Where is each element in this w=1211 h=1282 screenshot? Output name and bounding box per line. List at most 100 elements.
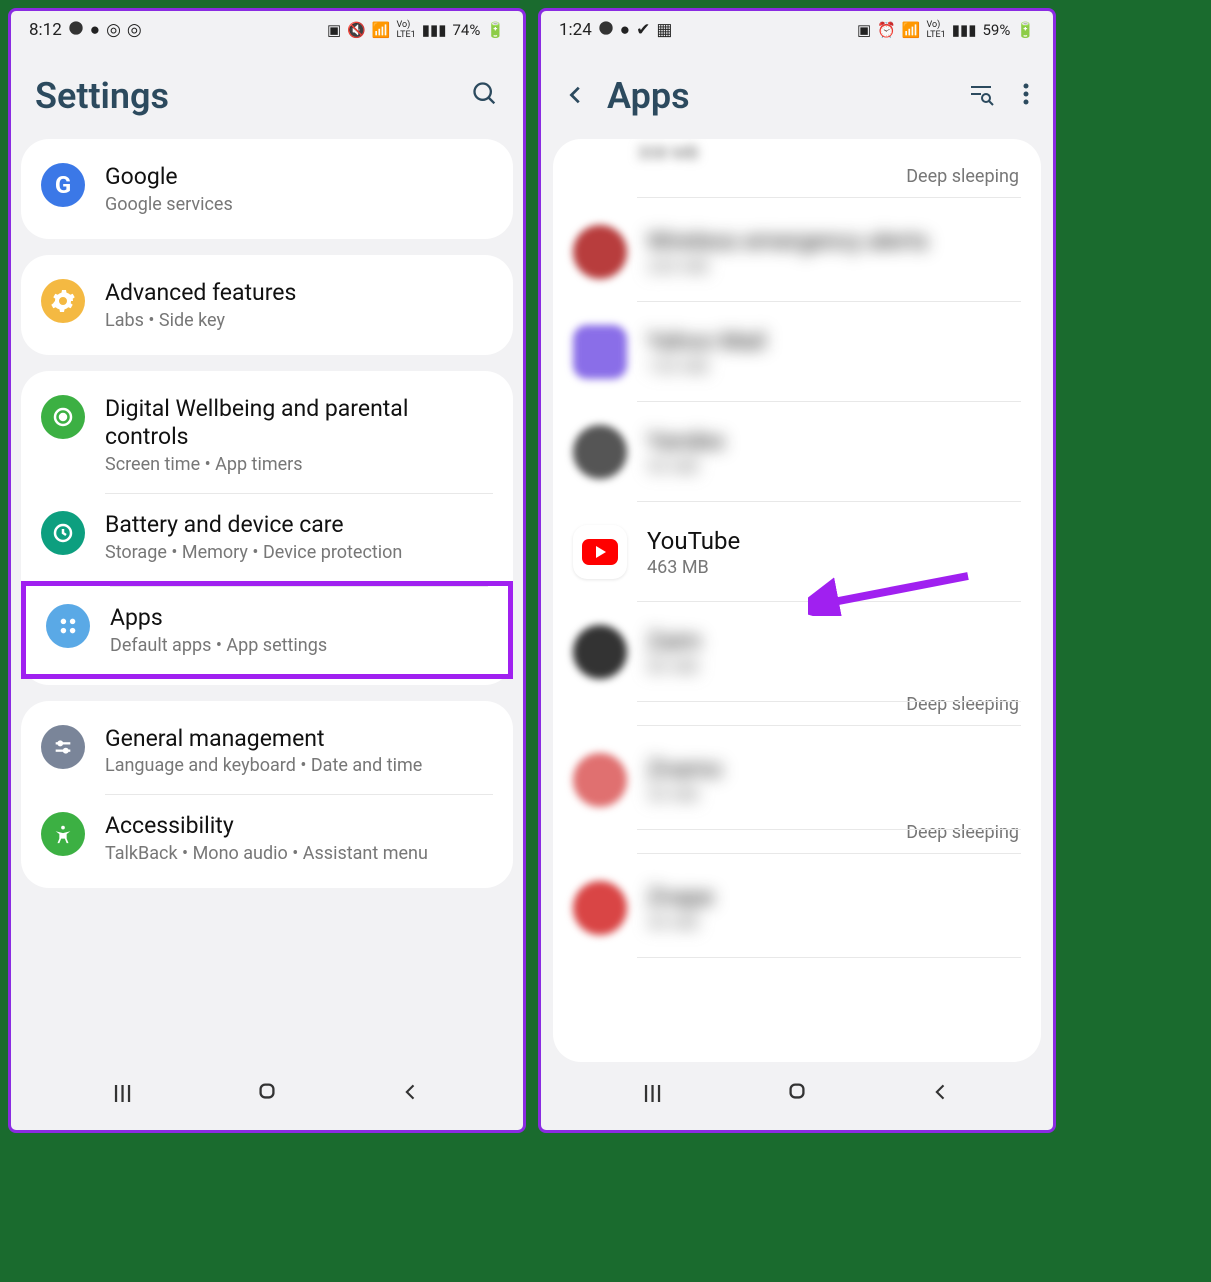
item-title: Apps — [110, 604, 488, 633]
app-row[interactable]: Zaim 80 MB — [553, 602, 1041, 702]
settings-header: Settings — [11, 49, 523, 139]
app-title: YouTube — [647, 527, 1021, 555]
nav-back-icon[interactable] — [401, 1080, 421, 1108]
signal-icon: ▮▮▮ — [422, 21, 447, 39]
settings-card: Digital Wellbeing and parental controls … — [21, 371, 513, 685]
battery-icon: 🔋 — [486, 21, 505, 39]
google-icon: G — [41, 163, 85, 207]
app-size: 200 MB — [647, 257, 1021, 278]
app-title: Yandex — [647, 427, 1021, 455]
status-bar: 1:24 ● ✔ ▦ ▣ ⏰ 📶 Vo)LTE1 ▮▮▮ 59% 🔋 — [541, 11, 1053, 49]
item-subtitle: Storage • Memory • Device protection — [105, 542, 493, 563]
item-title: Google — [105, 163, 493, 192]
status-time: 1:24 — [559, 20, 592, 40]
settings-item-battery[interactable]: Battery and device care Storage • Memory… — [21, 493, 513, 581]
app-icon-blurred — [573, 625, 627, 679]
settings-item-advanced-features[interactable]: Advanced features Labs • Side key — [21, 261, 513, 349]
volte-icon: Vo)LTE1 — [927, 20, 946, 40]
volte-icon: Vo)LTE1 — [397, 20, 416, 40]
status-time: 8:12 — [29, 20, 62, 40]
wifi-icon: 📶 — [372, 21, 391, 39]
nav-bar: III — [11, 1062, 523, 1130]
page-title: Settings — [35, 75, 169, 117]
app-title: Wireless emergency alerts — [647, 227, 1021, 255]
apps-list[interactable]: 308 MB Deep sleeping Wireless emergency … — [541, 139, 1053, 1062]
app-partial-size: 308 MB — [553, 139, 1041, 174]
whatsapp-icon — [68, 20, 84, 41]
phone-left-settings: 8:12 ● ◎ ◎ ▣ 🔇 📶 Vo)LTE1 ▮▮▮ 74% 🔋 Setti… — [8, 8, 526, 1133]
accessibility-icon — [41, 812, 85, 856]
item-title: Advanced features — [105, 279, 493, 308]
settings-item-accessibility[interactable]: Accessibility TalkBack • Mono audio • As… — [21, 794, 513, 882]
gear-icon — [41, 279, 85, 323]
item-title: Digital Wellbeing and parental controls — [105, 395, 493, 453]
item-subtitle: Google services — [105, 194, 493, 215]
app-icon-blurred — [573, 881, 627, 935]
app-title: Znamo — [647, 755, 1021, 783]
wellbeing-icon — [41, 395, 85, 439]
apps-icon — [46, 604, 90, 648]
instagram-icon: ◎ — [106, 20, 121, 40]
settings-card: Advanced features Labs • Side key — [21, 255, 513, 355]
settings-item-google[interactable]: G Google Google services — [21, 145, 513, 233]
app-icon-blurred — [573, 425, 627, 479]
youtube-icon — [573, 525, 627, 579]
check-icon: ✔ — [636, 20, 650, 40]
settings-item-wellbeing[interactable]: Digital Wellbeing and parental controls … — [21, 377, 513, 494]
message-icon: ● — [620, 20, 630, 40]
app-icon-blurred — [573, 753, 627, 807]
nav-home-icon[interactable] — [256, 1080, 278, 1108]
apps-header: Apps — [541, 49, 1053, 139]
settings-card: General management Language and keyboard… — [21, 701, 513, 889]
image-icon: ▦ — [656, 20, 672, 40]
settings-card: G Google Google services — [21, 139, 513, 239]
back-icon[interactable] — [565, 80, 587, 113]
item-subtitle: Labs • Side key — [105, 310, 493, 331]
app-row[interactable]: Znamo 50 MB — [553, 730, 1041, 830]
battery-percent: 74% — [452, 21, 480, 39]
whatsapp-icon — [598, 20, 614, 41]
app-row[interactable]: Yandex 90 MB — [553, 402, 1041, 502]
wifi-icon: 📶 — [902, 21, 921, 39]
mute-icon: 🔇 — [347, 21, 366, 39]
status-bar: 8:12 ● ◎ ◎ ▣ 🔇 📶 Vo)LTE1 ▮▮▮ 74% 🔋 — [11, 11, 523, 49]
app-icon-blurred — [573, 325, 627, 379]
app-title: Yahoo Mail — [647, 327, 1021, 355]
app-title: Zaim — [647, 627, 1021, 655]
nav-home-icon[interactable] — [786, 1080, 808, 1108]
more-icon[interactable] — [1023, 82, 1029, 110]
settings-item-general[interactable]: General management Language and keyboard… — [21, 707, 513, 795]
item-subtitle: Default apps • App settings — [110, 635, 488, 656]
app-size: 90 MB — [647, 457, 1021, 478]
item-title: Accessibility — [105, 812, 493, 841]
battery-percent: 59% — [982, 21, 1010, 39]
sliders-icon — [41, 725, 85, 769]
page-title: Apps — [607, 75, 690, 117]
app-size: 40 MB — [647, 913, 1021, 934]
filter-search-icon[interactable] — [967, 80, 995, 112]
item-subtitle: Screen time • App timers — [105, 454, 493, 475]
item-subtitle: Language and keyboard • Date and time — [105, 755, 493, 776]
battery-icon: 🔋 — [1016, 21, 1035, 39]
item-subtitle: TalkBack • Mono audio • Assistant menu — [105, 843, 493, 864]
nav-back-icon[interactable] — [931, 1080, 951, 1108]
app-row[interactable]: Yahoo Mail 150 MB — [553, 302, 1041, 402]
battery-care-icon — [41, 511, 85, 555]
phone-right-apps: 1:24 ● ✔ ▦ ▣ ⏰ 📶 Vo)LTE1 ▮▮▮ 59% 🔋 Apps — [538, 8, 1056, 1133]
app-row[interactable]: Wireless emergency alerts 200 MB — [553, 202, 1041, 302]
app-row-youtube[interactable]: YouTube 463 MB — [553, 502, 1041, 602]
instagram-icon: ◎ — [127, 20, 142, 40]
app-size: 463 MB — [647, 557, 1021, 578]
settings-item-apps[interactable]: Apps Default apps • App settings — [21, 581, 513, 679]
signal-icon: ▮▮▮ — [952, 21, 977, 39]
settings-list[interactable]: G Google Google services Advanced featur… — [11, 139, 523, 1062]
nav-recents-icon[interactable]: III — [643, 1080, 663, 1108]
app-size: 80 MB — [647, 657, 1021, 678]
battery-saver-icon: ▣ — [327, 21, 341, 39]
search-icon[interactable] — [471, 80, 499, 112]
nav-recents-icon[interactable]: III — [113, 1080, 133, 1108]
app-size: 50 MB — [647, 785, 1021, 806]
battery-saver-icon: ▣ — [857, 21, 871, 39]
item-title: Battery and device care — [105, 511, 493, 540]
app-row[interactable]: Znape 40 MB — [553, 858, 1041, 958]
